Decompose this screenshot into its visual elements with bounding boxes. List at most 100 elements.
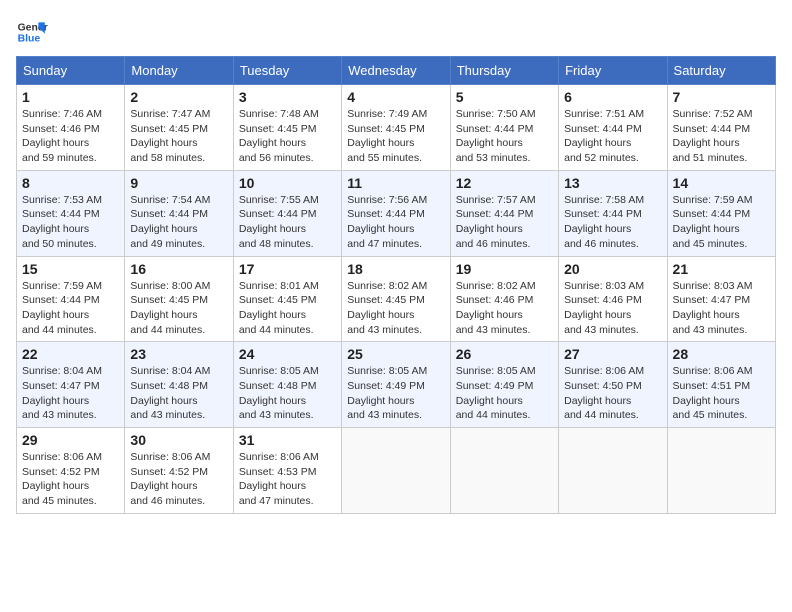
day-number: 10	[239, 175, 336, 191]
day-number: 12	[456, 175, 553, 191]
day-info: Sunrise: 8:00 AM Sunset: 4:45 PM Dayligh…	[130, 279, 227, 338]
day-info: Sunrise: 8:06 AM Sunset: 4:53 PM Dayligh…	[239, 450, 336, 509]
day-number: 4	[347, 89, 444, 105]
week-row-4: 22 Sunrise: 8:04 AM Sunset: 4:47 PM Dayl…	[17, 342, 776, 428]
day-number: 26	[456, 346, 553, 362]
calendar-cell: 3 Sunrise: 7:48 AM Sunset: 4:45 PM Dayli…	[233, 85, 341, 171]
svg-text:Blue: Blue	[18, 34, 41, 45]
page-header: General Blue	[16, 16, 776, 48]
day-number: 19	[456, 261, 553, 277]
calendar-cell	[559, 428, 667, 514]
calendar-cell: 7 Sunrise: 7:52 AM Sunset: 4:44 PM Dayli…	[667, 85, 775, 171]
day-number: 8	[22, 175, 119, 191]
day-info: Sunrise: 7:51 AM Sunset: 4:44 PM Dayligh…	[564, 107, 661, 166]
day-number: 20	[564, 261, 661, 277]
day-number: 18	[347, 261, 444, 277]
day-info: Sunrise: 7:59 AM Sunset: 4:44 PM Dayligh…	[673, 193, 770, 252]
day-info: Sunrise: 8:01 AM Sunset: 4:45 PM Dayligh…	[239, 279, 336, 338]
calendar-cell: 22 Sunrise: 8:04 AM Sunset: 4:47 PM Dayl…	[17, 342, 125, 428]
day-info: Sunrise: 8:05 AM Sunset: 4:48 PM Dayligh…	[239, 364, 336, 423]
dow-header-saturday: Saturday	[667, 57, 775, 85]
dow-header-tuesday: Tuesday	[233, 57, 341, 85]
calendar-cell	[667, 428, 775, 514]
day-info: Sunrise: 8:02 AM Sunset: 4:46 PM Dayligh…	[456, 279, 553, 338]
day-info: Sunrise: 7:49 AM Sunset: 4:45 PM Dayligh…	[347, 107, 444, 166]
calendar-cell: 4 Sunrise: 7:49 AM Sunset: 4:45 PM Dayli…	[342, 85, 450, 171]
calendar-cell: 24 Sunrise: 8:05 AM Sunset: 4:48 PM Dayl…	[233, 342, 341, 428]
day-info: Sunrise: 8:03 AM Sunset: 4:47 PM Dayligh…	[673, 279, 770, 338]
calendar-cell: 11 Sunrise: 7:56 AM Sunset: 4:44 PM Dayl…	[342, 170, 450, 256]
calendar-cell: 8 Sunrise: 7:53 AM Sunset: 4:44 PM Dayli…	[17, 170, 125, 256]
day-info: Sunrise: 7:54 AM Sunset: 4:44 PM Dayligh…	[130, 193, 227, 252]
day-number: 28	[673, 346, 770, 362]
day-number: 5	[456, 89, 553, 105]
calendar-cell: 13 Sunrise: 7:58 AM Sunset: 4:44 PM Dayl…	[559, 170, 667, 256]
day-info: Sunrise: 7:52 AM Sunset: 4:44 PM Dayligh…	[673, 107, 770, 166]
calendar-cell: 26 Sunrise: 8:05 AM Sunset: 4:49 PM Dayl…	[450, 342, 558, 428]
day-number: 6	[564, 89, 661, 105]
day-info: Sunrise: 8:06 AM Sunset: 4:51 PM Dayligh…	[673, 364, 770, 423]
calendar-cell	[450, 428, 558, 514]
day-number: 30	[130, 432, 227, 448]
calendar-cell: 29 Sunrise: 8:06 AM Sunset: 4:52 PM Dayl…	[17, 428, 125, 514]
week-row-2: 8 Sunrise: 7:53 AM Sunset: 4:44 PM Dayli…	[17, 170, 776, 256]
calendar-cell: 15 Sunrise: 7:59 AM Sunset: 4:44 PM Dayl…	[17, 256, 125, 342]
day-number: 24	[239, 346, 336, 362]
day-info: Sunrise: 7:50 AM Sunset: 4:44 PM Dayligh…	[456, 107, 553, 166]
day-number: 29	[22, 432, 119, 448]
calendar-cell: 14 Sunrise: 7:59 AM Sunset: 4:44 PM Dayl…	[667, 170, 775, 256]
calendar-cell: 17 Sunrise: 8:01 AM Sunset: 4:45 PM Dayl…	[233, 256, 341, 342]
calendar-table: SundayMondayTuesdayWednesdayThursdayFrid…	[16, 56, 776, 514]
calendar-cell: 25 Sunrise: 8:05 AM Sunset: 4:49 PM Dayl…	[342, 342, 450, 428]
day-info: Sunrise: 7:59 AM Sunset: 4:44 PM Dayligh…	[22, 279, 119, 338]
week-row-3: 15 Sunrise: 7:59 AM Sunset: 4:44 PM Dayl…	[17, 256, 776, 342]
calendar-cell: 30 Sunrise: 8:06 AM Sunset: 4:52 PM Dayl…	[125, 428, 233, 514]
day-info: Sunrise: 8:04 AM Sunset: 4:47 PM Dayligh…	[22, 364, 119, 423]
dow-header-wednesday: Wednesday	[342, 57, 450, 85]
day-number: 25	[347, 346, 444, 362]
calendar-cell: 23 Sunrise: 8:04 AM Sunset: 4:48 PM Dayl…	[125, 342, 233, 428]
calendar-cell: 20 Sunrise: 8:03 AM Sunset: 4:46 PM Dayl…	[559, 256, 667, 342]
calendar-cell: 18 Sunrise: 8:02 AM Sunset: 4:45 PM Dayl…	[342, 256, 450, 342]
day-number: 27	[564, 346, 661, 362]
day-info: Sunrise: 8:03 AM Sunset: 4:46 PM Dayligh…	[564, 279, 661, 338]
calendar-cell: 27 Sunrise: 8:06 AM Sunset: 4:50 PM Dayl…	[559, 342, 667, 428]
day-info: Sunrise: 7:57 AM Sunset: 4:44 PM Dayligh…	[456, 193, 553, 252]
day-number: 13	[564, 175, 661, 191]
day-info: Sunrise: 7:58 AM Sunset: 4:44 PM Dayligh…	[564, 193, 661, 252]
day-info: Sunrise: 7:46 AM Sunset: 4:46 PM Dayligh…	[22, 107, 119, 166]
day-number: 15	[22, 261, 119, 277]
day-info: Sunrise: 7:47 AM Sunset: 4:45 PM Dayligh…	[130, 107, 227, 166]
calendar-cell: 5 Sunrise: 7:50 AM Sunset: 4:44 PM Dayli…	[450, 85, 558, 171]
calendar-cell: 10 Sunrise: 7:55 AM Sunset: 4:44 PM Dayl…	[233, 170, 341, 256]
week-row-5: 29 Sunrise: 8:06 AM Sunset: 4:52 PM Dayl…	[17, 428, 776, 514]
day-info: Sunrise: 7:56 AM Sunset: 4:44 PM Dayligh…	[347, 193, 444, 252]
day-info: Sunrise: 8:06 AM Sunset: 4:52 PM Dayligh…	[22, 450, 119, 509]
day-info: Sunrise: 8:04 AM Sunset: 4:48 PM Dayligh…	[130, 364, 227, 423]
calendar-cell: 6 Sunrise: 7:51 AM Sunset: 4:44 PM Dayli…	[559, 85, 667, 171]
day-number: 11	[347, 175, 444, 191]
day-number: 3	[239, 89, 336, 105]
day-info: Sunrise: 7:55 AM Sunset: 4:44 PM Dayligh…	[239, 193, 336, 252]
calendar-cell: 19 Sunrise: 8:02 AM Sunset: 4:46 PM Dayl…	[450, 256, 558, 342]
day-info: Sunrise: 8:05 AM Sunset: 4:49 PM Dayligh…	[456, 364, 553, 423]
day-info: Sunrise: 8:02 AM Sunset: 4:45 PM Dayligh…	[347, 279, 444, 338]
calendar-cell: 21 Sunrise: 8:03 AM Sunset: 4:47 PM Dayl…	[667, 256, 775, 342]
logo-icon: General Blue	[16, 16, 48, 48]
day-info: Sunrise: 8:05 AM Sunset: 4:49 PM Dayligh…	[347, 364, 444, 423]
day-number: 1	[22, 89, 119, 105]
day-number: 17	[239, 261, 336, 277]
day-info: Sunrise: 7:53 AM Sunset: 4:44 PM Dayligh…	[22, 193, 119, 252]
dow-header-sunday: Sunday	[17, 57, 125, 85]
day-number: 16	[130, 261, 227, 277]
calendar-cell: 12 Sunrise: 7:57 AM Sunset: 4:44 PM Dayl…	[450, 170, 558, 256]
dow-header-monday: Monday	[125, 57, 233, 85]
day-info: Sunrise: 8:06 AM Sunset: 4:50 PM Dayligh…	[564, 364, 661, 423]
day-number: 21	[673, 261, 770, 277]
day-number: 31	[239, 432, 336, 448]
day-number: 9	[130, 175, 227, 191]
day-number: 22	[22, 346, 119, 362]
calendar-cell: 16 Sunrise: 8:00 AM Sunset: 4:45 PM Dayl…	[125, 256, 233, 342]
calendar-cell: 2 Sunrise: 7:47 AM Sunset: 4:45 PM Dayli…	[125, 85, 233, 171]
calendar-cell	[342, 428, 450, 514]
